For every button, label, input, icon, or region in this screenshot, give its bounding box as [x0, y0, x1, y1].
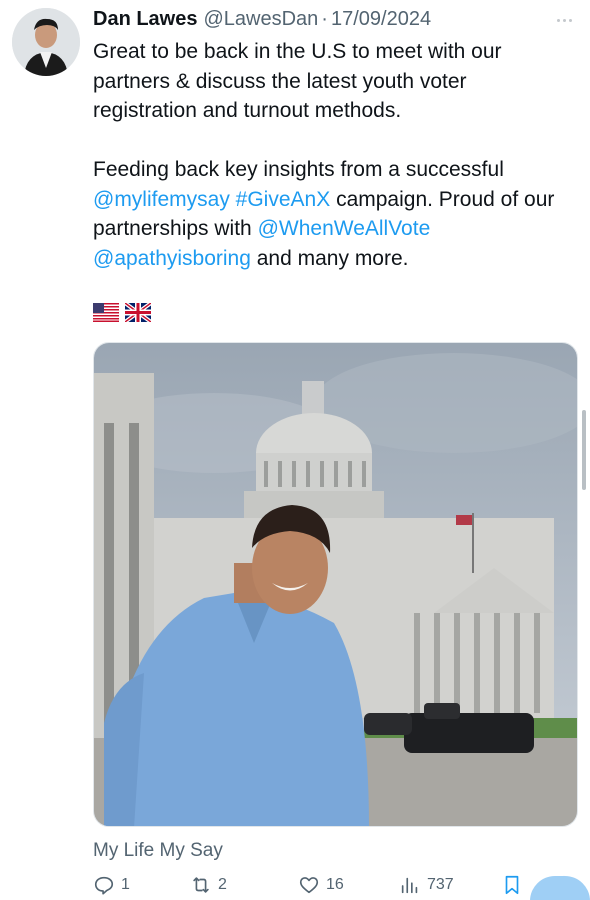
avatar-portrait — [12, 8, 80, 76]
bookmark-button[interactable] — [501, 874, 523, 896]
capitol-photo-image — [94, 343, 577, 826]
views-count: 737 — [427, 876, 454, 893]
heart-icon — [299, 877, 319, 894]
tweet-actions: 1 2 16 737 — [93, 874, 583, 900]
reply-icon — [94, 876, 114, 895]
header-separator: · — [321, 8, 328, 30]
retweet-icon — [193, 877, 209, 893]
tweet-header: Dan Lawes @LawesDan · 17/09/2024 — [93, 8, 580, 36]
views-icon — [401, 877, 418, 894]
tweet-text: Great to be back in the U.S to meet with… — [93, 37, 573, 273]
mention-mylifemysay[interactable]: @mylifemysay — [93, 188, 230, 211]
hashtag-giveanx[interactable]: #GiveAnX — [236, 188, 331, 211]
flag-emojis — [93, 303, 151, 322]
author-handle[interactable]: @LawesDan — [203, 8, 318, 31]
source-label[interactable]: My Life My Say — [93, 840, 223, 862]
more-options-icon[interactable] — [552, 10, 576, 30]
tweet-date[interactable]: 17/09/2024 — [331, 8, 431, 31]
tweet-paragraph-2: Feeding back key insights from a success… — [93, 155, 573, 273]
reply-button[interactable]: 1 — [93, 874, 130, 896]
views-button[interactable]: 737 — [399, 874, 454, 896]
mention-whenweallvote[interactable]: @WhenWeAllVote — [258, 217, 431, 240]
us-flag-icon — [93, 303, 119, 322]
mention-apathyisboring[interactable]: @apathyisboring — [93, 247, 251, 270]
author-name[interactable]: Dan Lawes — [93, 8, 197, 31]
retweet-button[interactable]: 2 — [190, 874, 227, 896]
tweet-paragraph-1: Great to be back in the U.S to meet with… — [93, 40, 502, 122]
tweet-photo[interactable] — [93, 342, 578, 827]
retweet-count: 2 — [218, 876, 227, 893]
reply-count: 1 — [121, 876, 130, 893]
like-button[interactable]: 16 — [298, 874, 344, 896]
author-avatar[interactable] — [12, 8, 80, 76]
scrollbar-thumb[interactable] — [582, 410, 586, 490]
text-segment: Feeding back key insights from a success… — [93, 158, 504, 181]
like-count: 16 — [326, 876, 344, 893]
text-segment: and many more. — [250, 246, 409, 270]
bookmark-icon — [505, 875, 519, 895]
uk-flag-icon — [125, 303, 151, 322]
